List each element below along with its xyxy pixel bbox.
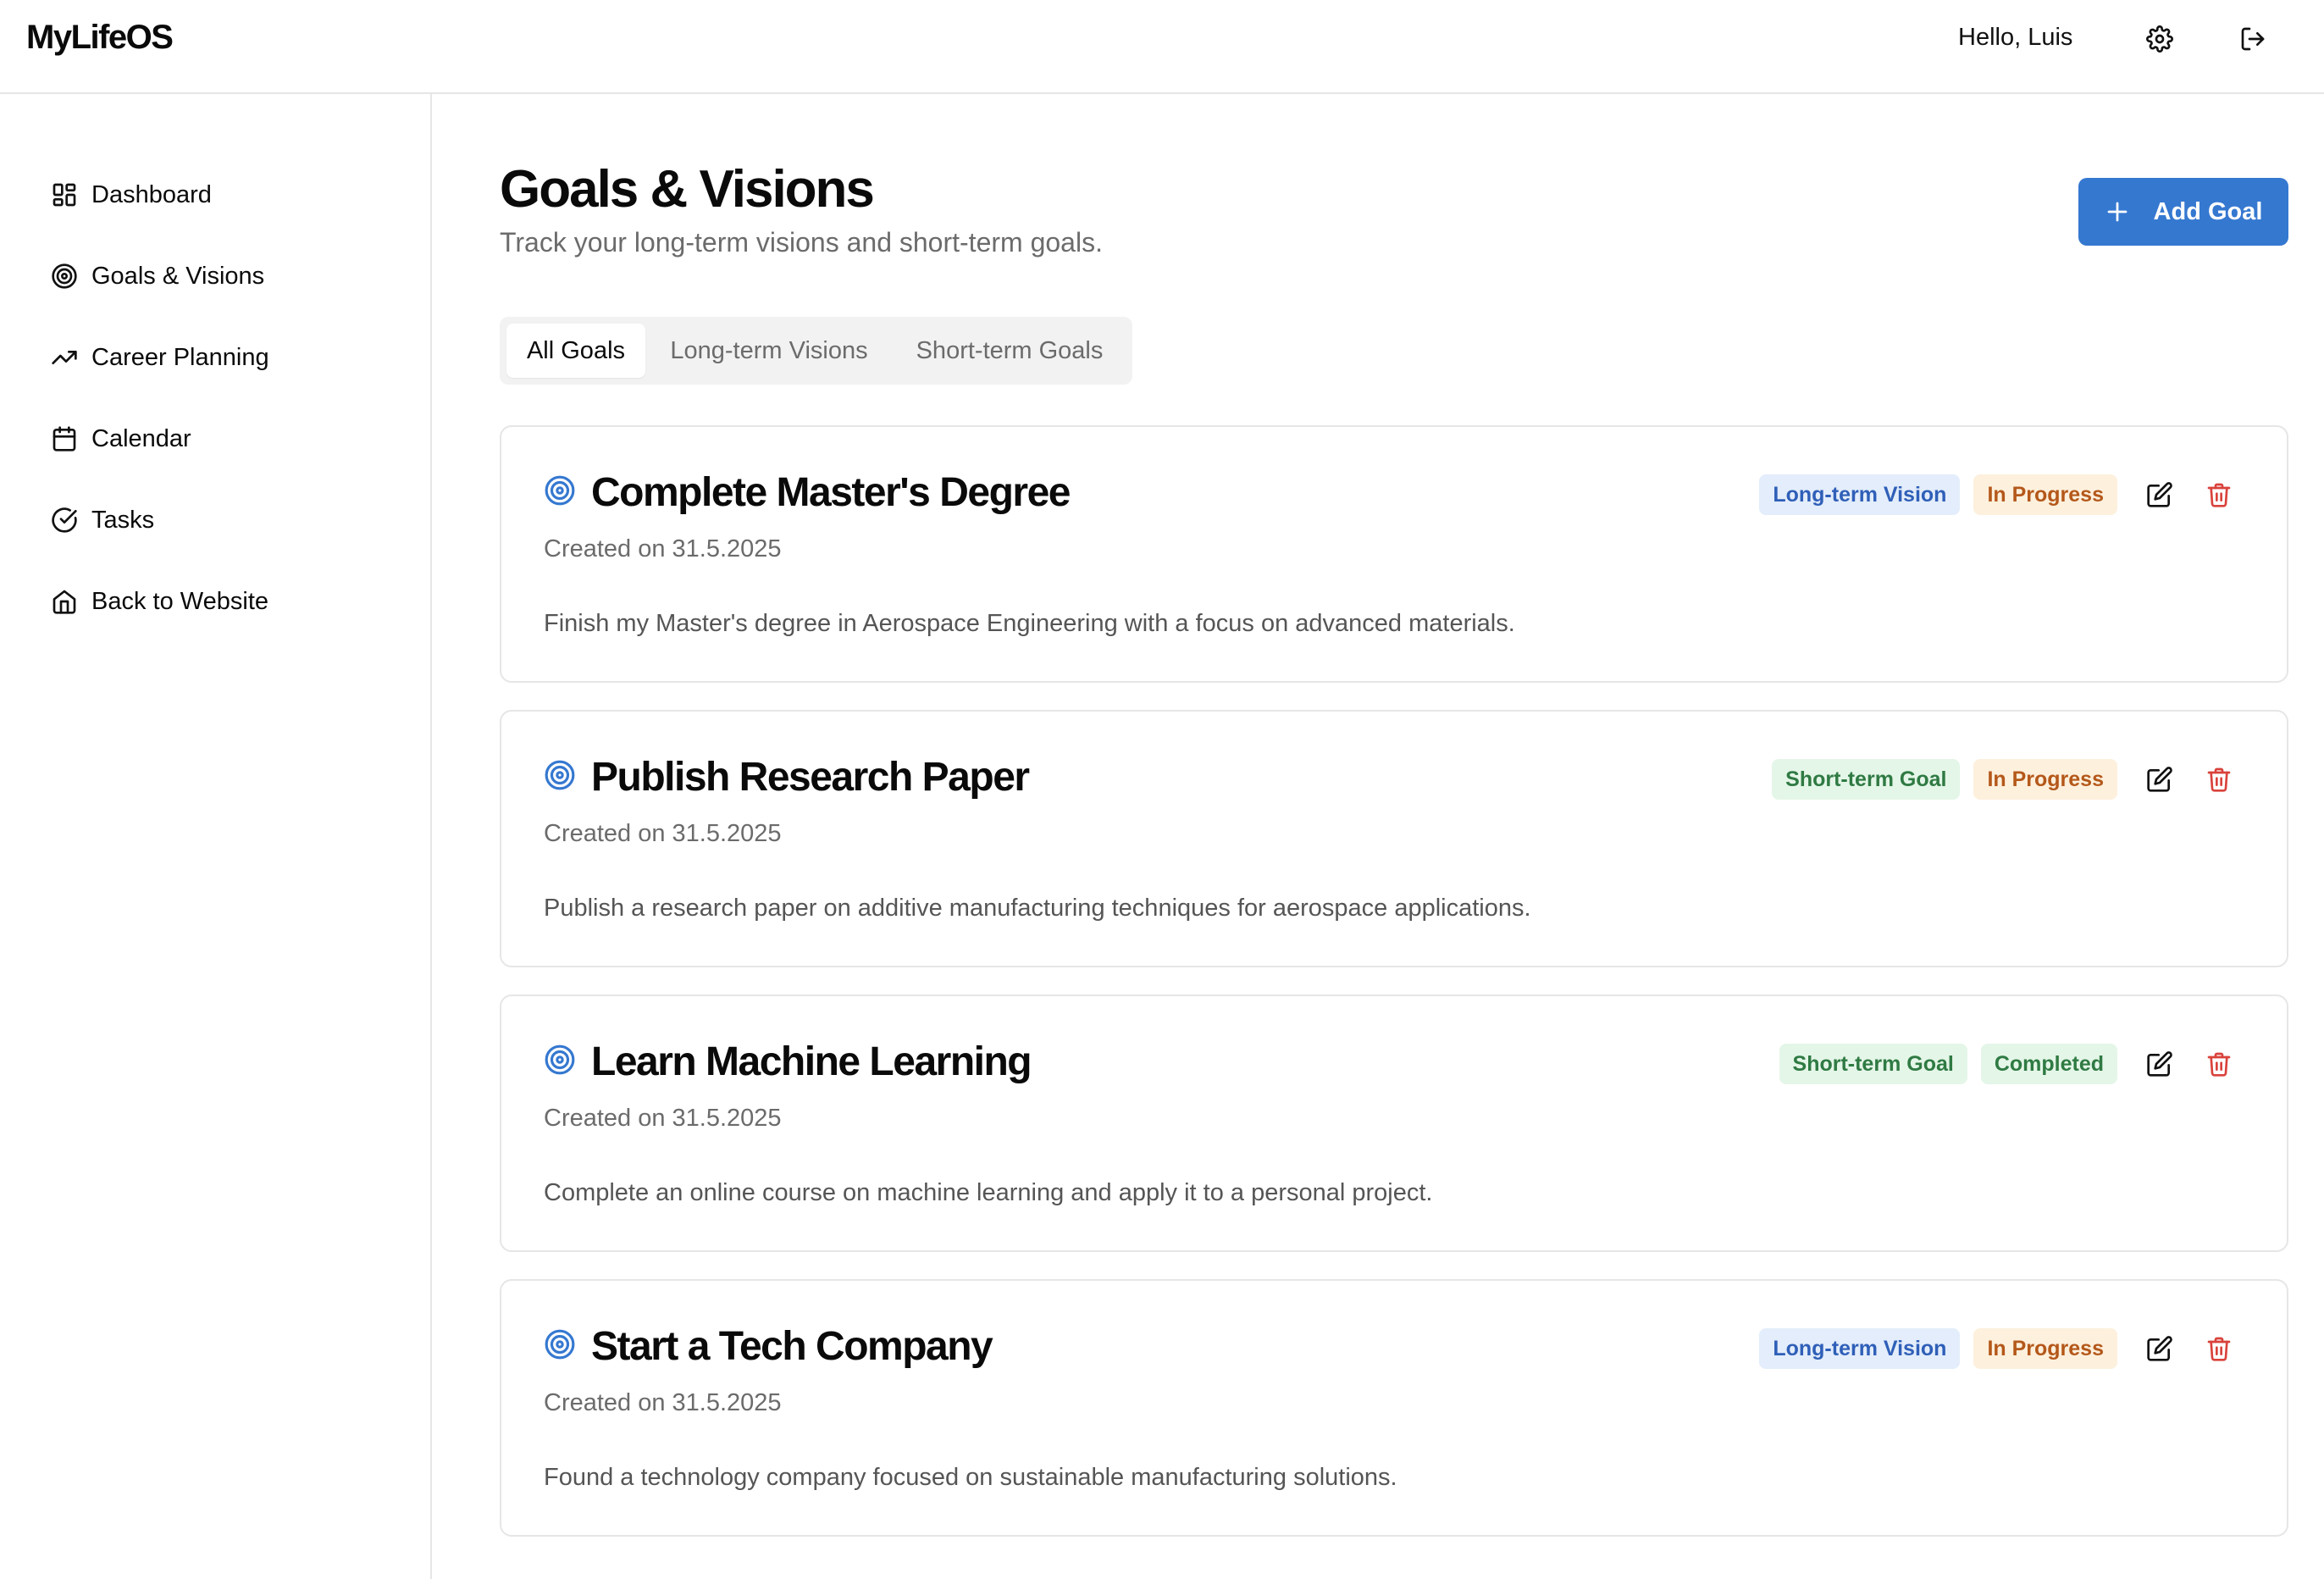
edit-icon <box>2147 1336 2172 1361</box>
trash-icon <box>2207 767 2231 792</box>
goal-status-badge: In Progress <box>1973 474 2117 515</box>
delete-goal-button[interactable] <box>2202 762 2236 796</box>
trash-icon <box>2207 1337 2231 1361</box>
sidebar-item-label: Calendar <box>91 424 191 452</box>
goal-status-badge: In Progress <box>1973 759 2117 800</box>
trash-icon <box>2207 483 2231 507</box>
dashboard-icon <box>53 183 76 207</box>
goal-actions: Short-term Goal In Progress <box>1758 759 2236 800</box>
goal-description: Complete an online course on machine lea… <box>544 1179 1433 1206</box>
sidebar-item-career[interactable]: Career Planning <box>51 332 407 383</box>
edit-icon <box>2147 1051 2172 1077</box>
sidebar-item-label: Dashboard <box>91 180 212 208</box>
goal-type-badge: Short-term Goal <box>1772 759 1961 800</box>
goal-card: Learn Machine Learning Created on 31.5.2… <box>500 994 2288 1252</box>
delete-goal-button[interactable] <box>2202 478 2236 512</box>
goal-actions: Short-term Goal Completed <box>1766 1044 2236 1084</box>
goal-title: Start a Tech Company <box>591 1324 993 1369</box>
check-circle-icon <box>52 507 77 533</box>
goal-created-date: Created on 31.5.2025 <box>544 820 782 847</box>
goal-actions: Long-term Vision In Progress <box>1746 474 2236 515</box>
tab-long-term-visions[interactable]: Long-term Visions <box>650 324 888 378</box>
sidebar-item-label: Back to Website <box>91 587 269 615</box>
settings-button[interactable] <box>2144 24 2175 54</box>
goal-title: Complete Master's Degree <box>591 470 1071 515</box>
target-icon <box>545 760 575 790</box>
sidebar-item-calendar[interactable]: Calendar <box>51 413 407 464</box>
add-goal-label: Add Goal <box>2153 197 2263 225</box>
home-icon <box>53 590 76 614</box>
goal-description: Finish my Master's degree in Aerospace E… <box>544 610 1515 637</box>
sidebar-item-label: Career Planning <box>91 343 269 371</box>
plus-icon <box>2107 202 2127 222</box>
logout-button[interactable] <box>2238 24 2268 54</box>
goal-filter-tabs: All Goals Long-term Visions Short-term G… <box>500 317 1132 385</box>
calendar-icon <box>53 426 76 452</box>
page-subtitle: Track your long-term visions and short-t… <box>500 227 1103 258</box>
sidebar: Dashboard Goals & Visions Career Plannin… <box>0 94 432 1579</box>
target-icon <box>545 1329 575 1360</box>
target-icon <box>545 475 575 506</box>
brand-logo[interactable]: MyLifeOS <box>26 19 174 57</box>
sidebar-item-goals[interactable]: Goals & Visions <box>51 251 407 302</box>
delete-goal-button[interactable] <box>2202 1047 2236 1081</box>
gear-icon <box>2146 25 2173 53</box>
goal-type-badge: Long-term Vision <box>1759 1328 1961 1369</box>
sidebar-item-label: Goals & Visions <box>91 262 265 290</box>
target-icon <box>545 1044 575 1075</box>
goal-type-badge: Short-term Goal <box>1779 1044 1967 1084</box>
goal-title: Learn Machine Learning <box>591 1039 1032 1084</box>
goal-card: Complete Master's Degree Created on 31.5… <box>500 425 2288 683</box>
edit-icon <box>2147 767 2172 792</box>
tab-short-term-goals[interactable]: Short-term Goals <box>893 324 1126 378</box>
top-bar: MyLifeOS Hello, Luis <box>0 0 2324 94</box>
target-icon <box>52 263 77 289</box>
goal-status-badge: In Progress <box>1973 1328 2117 1369</box>
goal-created-date: Created on 31.5.2025 <box>544 535 782 562</box>
page-title: Goals & Visions <box>500 160 875 219</box>
edit-goal-button[interactable] <box>2143 478 2177 512</box>
goal-card: Publish Research Paper Created on 31.5.2… <box>500 710 2288 967</box>
delete-goal-button[interactable] <box>2202 1332 2236 1366</box>
goal-created-date: Created on 31.5.2025 <box>544 1389 782 1416</box>
goal-status-badge: Completed <box>1980 1044 2117 1084</box>
sidebar-item-dashboard[interactable]: Dashboard <box>51 169 407 220</box>
add-goal-button[interactable]: Add Goal <box>2078 178 2288 246</box>
edit-goal-button[interactable] <box>2143 1047 2177 1081</box>
goal-description: Found a technology company focused on su… <box>544 1464 1397 1491</box>
goal-description: Publish a research paper on additive man… <box>544 895 1531 922</box>
edit-goal-button[interactable] <box>2143 762 2177 796</box>
trash-icon <box>2207 1052 2231 1077</box>
sidebar-item-tasks[interactable]: Tasks <box>51 495 407 546</box>
edit-goal-button[interactable] <box>2143 1332 2177 1366</box>
goal-created-date: Created on 31.5.2025 <box>544 1105 782 1132</box>
sidebar-item-back-to-website[interactable]: Back to Website <box>51 576 407 627</box>
user-greeting: Hello, Luis <box>1958 24 2073 51</box>
edit-icon <box>2147 482 2172 507</box>
goal-title: Publish Research Paper <box>591 755 1030 800</box>
goal-card: Start a Tech Company Created on 31.5.202… <box>500 1279 2288 1537</box>
trending-up-icon <box>52 351 77 364</box>
goal-type-badge: Long-term Vision <box>1759 474 1961 515</box>
tab-all-goals[interactable]: All Goals <box>506 324 645 378</box>
goal-actions: Long-term Vision In Progress <box>1746 1328 2236 1369</box>
logout-icon <box>2241 27 2265 51</box>
sidebar-item-label: Tasks <box>91 506 155 534</box>
